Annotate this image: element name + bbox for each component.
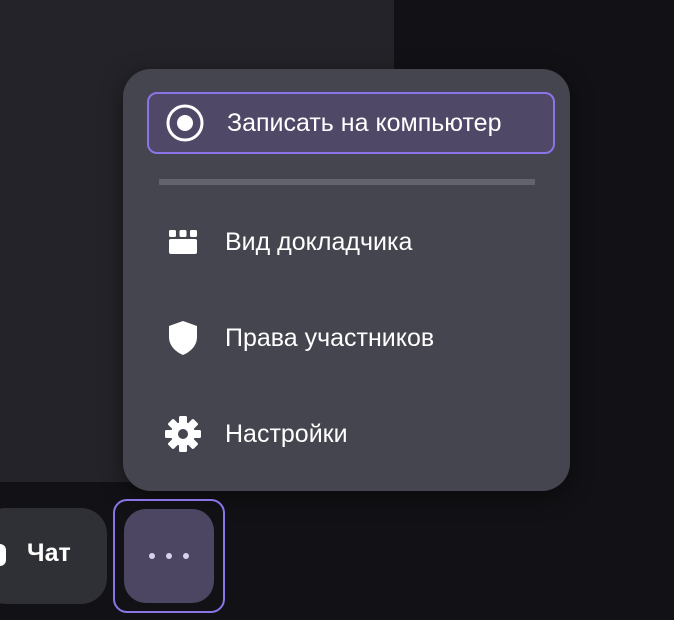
more-dots-icon [149,553,189,559]
chat-button[interactable]: Чат [0,508,107,604]
record-icon [165,103,205,143]
chat-icon [0,544,6,566]
menu-item-settings[interactable]: Настройки [147,403,555,465]
chat-label: Чат [27,539,71,567]
shield-icon [163,318,203,358]
menu-item-label: Настройки [225,419,348,448]
focus-underline [159,179,535,185]
menu-item-label: Записать на компьютер [227,108,502,137]
menu-item-record[interactable]: Записать на компьютер [147,92,555,154]
more-button[interactable] [124,509,214,603]
menu-item-label: Права участников [225,323,435,352]
speaker-view-icon [163,222,203,262]
more-menu: Записать на компьютер Вид докладчика Пра… [123,69,570,491]
menu-item-participant-rights[interactable]: Права участников [147,307,555,369]
gear-icon [163,414,203,454]
menu-item-label: Вид докладчика [225,227,413,256]
more-button-focus-ring[interactable] [113,499,225,613]
menu-item-speaker-view[interactable]: Вид докладчика [147,211,555,273]
